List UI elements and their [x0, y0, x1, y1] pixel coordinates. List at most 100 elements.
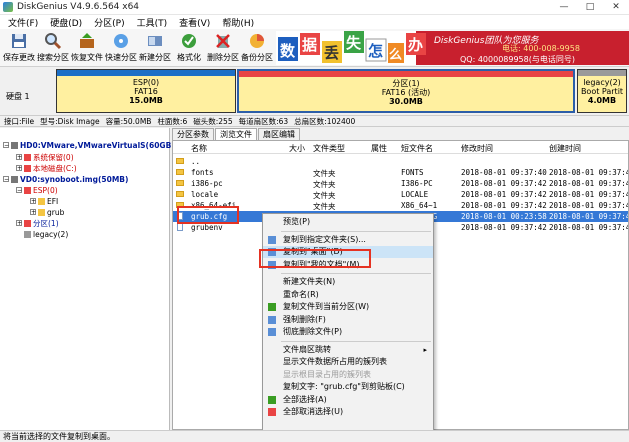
- file-cell-created: 2018-08-01 09:37:45: [549, 190, 629, 199]
- file-cell-short: LOCALE: [401, 190, 429, 199]
- expand-icon[interactable]: +: [16, 220, 22, 227]
- collapse-icon[interactable]: −: [16, 187, 22, 194]
- folder-icon: [176, 191, 184, 197]
- file-row[interactable]: locale 文件夹 LOCALE 2018-08-01 09:37:42 2018-0…: [173, 189, 629, 200]
- file-row[interactable]: i386-pc 文件夹 I386-PC 2018-08-01 09:37:42 2018…: [173, 178, 628, 189]
- info-heads: 磁头数:255: [193, 116, 233, 126]
- tree-node-grub[interactable]: + grub: [30, 207, 64, 217]
- file-row[interactable]: fonts 文件夹 FONTS 2018-08-01 09:37:40 2018-08-…: [173, 167, 629, 178]
- context-menu-item[interactable]: 复制到指定文件夹(S)...: [263, 234, 433, 246]
- menu-partition[interactable]: 分区(P): [88, 16, 130, 29]
- partition-esp[interactable]: ESP(0) FAT16 15.0MB: [56, 69, 236, 113]
- menu-file[interactable]: 文件(F): [2, 16, 44, 29]
- support-banner: 数 据 丢 失 怎 么 办 DiskGenius团队为您服务 电话: 400-0…: [276, 31, 629, 65]
- expand-icon[interactable]: +: [30, 209, 36, 216]
- recover-files-button[interactable]: 恢复文件: [70, 31, 104, 65]
- backup-partition-button[interactable]: 备份分区: [240, 31, 274, 65]
- file-cell-name: i386-pc: [191, 179, 223, 188]
- disk-save-icon: [12, 34, 26, 48]
- tree-node-efi[interactable]: + EFI: [30, 196, 58, 206]
- col-type[interactable]: 文件类型: [313, 143, 345, 154]
- expand-icon[interactable]: +: [16, 165, 22, 172]
- delete-partition-button[interactable]: 删除分区: [206, 31, 240, 65]
- file-cell-modified: 2018-08-01 09:37:42: [461, 179, 547, 188]
- tree-node-legacy[interactable]: legacy(2): [16, 229, 68, 239]
- maximize-button[interactable]: □: [577, 0, 603, 15]
- tab-browse-files[interactable]: 浏览文件: [215, 128, 257, 140]
- quick-partition-button[interactable]: 快速分区: [104, 31, 138, 65]
- collapse-icon[interactable]: −: [3, 142, 9, 149]
- menu-bar: 文件(F) 硬盘(D) 分区(P) 工具(T) 查看(V) 帮助(H): [0, 15, 629, 29]
- col-attr[interactable]: 属性: [371, 143, 387, 154]
- close-button[interactable]: ✕: [603, 0, 629, 15]
- format-button[interactable]: 格式化: [172, 31, 206, 65]
- context-menu-item[interactable]: 文件扇区跳转 ▸: [263, 344, 433, 356]
- delete-partition-icon: [216, 34, 230, 48]
- file-cell-short: FONTS: [401, 168, 424, 177]
- new-partition-button[interactable]: 新建分区: [138, 31, 172, 65]
- menu-item-label: 强制删除(F): [283, 314, 326, 324]
- tab-sector-edit[interactable]: 扇区编辑: [258, 128, 300, 140]
- disk-map: 硬盘 1 ESP(0) FAT16 15.0MB 分区(1) FAT16 (活动…: [0, 67, 629, 115]
- tree-node-esp[interactable]: − ESP(0): [16, 185, 58, 195]
- tree-node-system-reserved[interactable]: + 系统保留(0): [16, 152, 74, 162]
- info-interface: 接口:File: [4, 116, 35, 126]
- partition-1[interactable]: 分区(1) FAT16 (活动) 30.0MB: [237, 69, 575, 113]
- col-size[interactable]: 大小: [289, 143, 305, 154]
- context-menu-item[interactable]: 彻底删除文件(P): [263, 326, 433, 338]
- menu-disk[interactable]: 硬盘(D): [44, 16, 88, 29]
- menu-item-label: 复制文件到当前分区(W): [283, 302, 370, 311]
- file-row[interactable]: x86_64-efi 文件夹 X86_64~1 2018-08-01 09:37:42…: [173, 200, 628, 211]
- file-cell-created: 2018-08-01 09:37:45: [549, 212, 629, 221]
- submenu-arrow-icon: ▸: [423, 345, 427, 354]
- context-menu: 预览(P) 复制到指定文件夹(S)... 复制到"桌面"(D) 复制到"我的文档"(M…: [262, 213, 434, 442]
- partition-legacy[interactable]: legacy(2) Boot Partit 4.0MB: [577, 69, 627, 113]
- tab-partition-params[interactable]: 分区参数: [172, 128, 214, 140]
- menu-item-icon: [268, 235, 276, 244]
- tree-node-local-c[interactable]: + 本地磁盘(C:): [16, 163, 77, 173]
- context-menu-item[interactable]: 重命名(R): [263, 289, 433, 301]
- tree-node-vd0[interactable]: − VD0:synoboot.img(50MB): [3, 174, 128, 184]
- harddisk-icon: [11, 141, 18, 149]
- collapse-icon[interactable]: −: [3, 176, 9, 183]
- expand-icon[interactable]: +: [30, 198, 36, 205]
- col-modified[interactable]: 修改时间: [461, 143, 493, 154]
- search-partition-button[interactable]: 搜索分区: [36, 31, 70, 65]
- col-name[interactable]: 名称: [191, 143, 207, 154]
- partition-name: 分区(1): [392, 79, 420, 88]
- tree-node-hd0[interactable]: − HD0:VMware,VMwareVirtualS(60GB): [3, 140, 175, 150]
- menu-item-icon: [268, 408, 276, 416]
- menu-tools[interactable]: 工具(T): [131, 16, 174, 29]
- partition-size: 30.0MB: [389, 97, 423, 106]
- file-cell-created: 2018-08-01 09:37:41: [549, 168, 629, 177]
- save-changes-button[interactable]: 保存更改: [2, 31, 36, 65]
- quick-partition-icon: [114, 34, 128, 48]
- expand-icon[interactable]: +: [16, 154, 22, 161]
- file-cell-modified: 2018-08-01 09:37:42: [461, 201, 547, 210]
- menu-item-label: 彻底删除文件(P): [283, 327, 343, 336]
- file-cell-modified: 2018-08-01 09:37:40: [461, 168, 547, 177]
- banner-char-3: 丢: [324, 44, 339, 62]
- context-menu-item[interactable]: 全部选择(A): [263, 394, 433, 406]
- magnifier-icon: [45, 33, 62, 50]
- context-menu-item[interactable]: 新建文件夹(N): [263, 276, 433, 288]
- partition-icon: [24, 186, 31, 194]
- context-menu-item[interactable]: 显示根目录占用的簇列表: [263, 369, 433, 381]
- context-menu-item[interactable]: 全部取消选择(U): [263, 406, 433, 418]
- context-menu-item[interactable]: 预览(P): [263, 216, 433, 228]
- menu-help[interactable]: 帮助(H): [216, 16, 260, 29]
- context-menu-item[interactable]: 复制文件到当前分区(W): [263, 301, 433, 313]
- banner-char-6: 么: [389, 48, 402, 63]
- minimize-button[interactable]: —: [551, 0, 577, 15]
- context-menu-item[interactable]: 强制删除(F): [263, 314, 433, 326]
- file-row[interactable]: ..: [173, 156, 628, 167]
- partition-fs: FAT16 (活动): [381, 88, 431, 97]
- title-bar: DiskGenius V4.9.6.564 x64 — □ ✕: [0, 0, 629, 15]
- col-short-name[interactable]: 短文件名: [401, 143, 433, 154]
- tree-node-partition-1[interactable]: + 分区(1): [16, 218, 59, 228]
- menu-view[interactable]: 查看(V): [173, 16, 216, 29]
- info-cylinders: 柱面数:6: [157, 116, 188, 126]
- col-created[interactable]: 创建时间: [549, 143, 581, 154]
- context-menu-item[interactable]: 显示文件数据所占用的簇列表: [263, 356, 433, 368]
- context-menu-item[interactable]: 复制文字: "grub.cfg"到剪贴板(C): [263, 381, 433, 393]
